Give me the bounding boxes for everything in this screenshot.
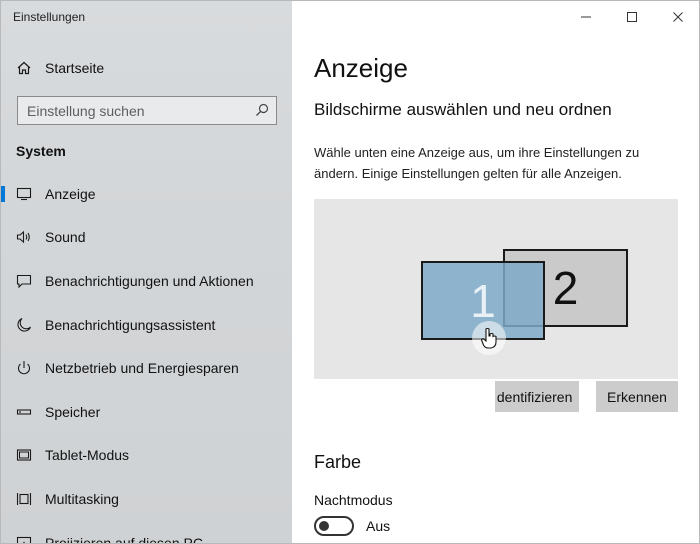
sidebar-item-sound[interactable]: Sound — [1, 216, 292, 260]
speaker-icon — [16, 229, 32, 245]
message-icon — [16, 273, 32, 289]
night-mode-row: Aus — [314, 516, 390, 536]
sidebar-nav: Anzeige Sound Benachrichtigungen und Akt… — [1, 172, 292, 544]
detect-button[interactable]: Erkennen — [596, 381, 678, 412]
monitor-1-number: 1 — [470, 274, 496, 327]
sidebar: Einstellungen Startseite System Anzeige — [1, 1, 292, 544]
window-controls — [563, 1, 699, 33]
main-content: Anzeige Bildschirme auswählen und neu or… — [292, 1, 699, 543]
page-title: Anzeige — [314, 53, 408, 83]
sidebar-section-header: System — [16, 143, 66, 159]
toggle-knob — [319, 521, 329, 531]
sidebar-item-anzeige[interactable]: Anzeige — [1, 172, 292, 216]
sidebar-item-tablet-modus[interactable]: Tablet-Modus — [1, 434, 292, 478]
monitor-icon — [16, 186, 32, 202]
display-arrangement[interactable]: 2 1 — [314, 199, 678, 379]
search-icon[interactable] — [255, 103, 269, 117]
sidebar-item-multitasking[interactable]: Multitasking — [1, 477, 292, 521]
sidebar-item-label: Speicher — [45, 403, 101, 420]
project-icon — [16, 535, 32, 543]
sidebar-item-netzbetrieb[interactable]: Netzbetrieb und Energiesparen — [1, 346, 292, 390]
sidebar-item-label: Netzbetrieb und Energiesparen — [45, 360, 239, 377]
sidebar-item-speicher[interactable]: Speicher — [1, 390, 292, 434]
storage-icon — [16, 404, 32, 420]
sidebar-item-benachrichtigungen[interactable]: Benachrichtigungen und Aktionen — [1, 259, 292, 303]
section-title: Bildschirme auswählen und neu ordnen — [314, 100, 612, 119]
window-title: Einstellungen — [13, 10, 86, 24]
home-icon — [16, 60, 32, 76]
sidebar-item-label: Multitasking — [45, 490, 119, 507]
tablet-icon — [16, 447, 32, 463]
monitor-2-number: 2 — [552, 262, 579, 314]
hand-cursor-icon — [472, 321, 506, 355]
sidebar-home-label: Startseite — [45, 60, 105, 76]
sidebar-item-label: Projizieren auf diesen PC — [45, 534, 203, 544]
night-mode-toggle[interactable] — [314, 516, 354, 536]
section-description: Wähle unten eine Anzeige aus, um ihre Ei… — [314, 145, 640, 181]
sidebar-item-benachrichtigungsassistent[interactable]: Benachrichtigungsassistent — [1, 303, 292, 347]
settings-window: Einstellungen Startseite System Anzeige — [0, 0, 700, 544]
minimize-button[interactable] — [563, 1, 609, 33]
sidebar-item-label: Tablet-Modus — [45, 447, 130, 464]
night-mode-state: Aus — [366, 518, 391, 534]
power-icon — [16, 360, 32, 376]
sidebar-item-label: Anzeige — [45, 185, 96, 202]
minimize-icon — [581, 16, 591, 18]
sidebar-item-label: Sound — [45, 229, 86, 246]
identify-button-label: Identifizieren — [495, 388, 573, 405]
sidebar-home[interactable]: Startseite — [1, 53, 292, 83]
search-box[interactable] — [17, 96, 277, 125]
sidebar-item-label: Benachrichtigungsassistent — [45, 316, 216, 333]
maximize-button[interactable] — [609, 1, 655, 33]
close-icon — [673, 12, 683, 22]
search-input[interactable] — [18, 97, 242, 124]
close-button[interactable] — [655, 1, 699, 33]
color-section-title: Farbe — [314, 452, 362, 472]
sidebar-item-label: Benachrichtigungen und Aktionen — [45, 272, 254, 289]
maximize-icon — [627, 12, 637, 22]
identify-button[interactable]: Identifizieren — [495, 381, 579, 412]
multitasking-icon — [16, 491, 32, 507]
sidebar-item-projizieren[interactable]: Projizieren auf diesen PC — [1, 521, 292, 544]
detect-button-label: Erkennen — [607, 388, 667, 405]
night-mode-label: Nachtmodus — [314, 492, 393, 508]
moon-icon — [16, 317, 32, 333]
